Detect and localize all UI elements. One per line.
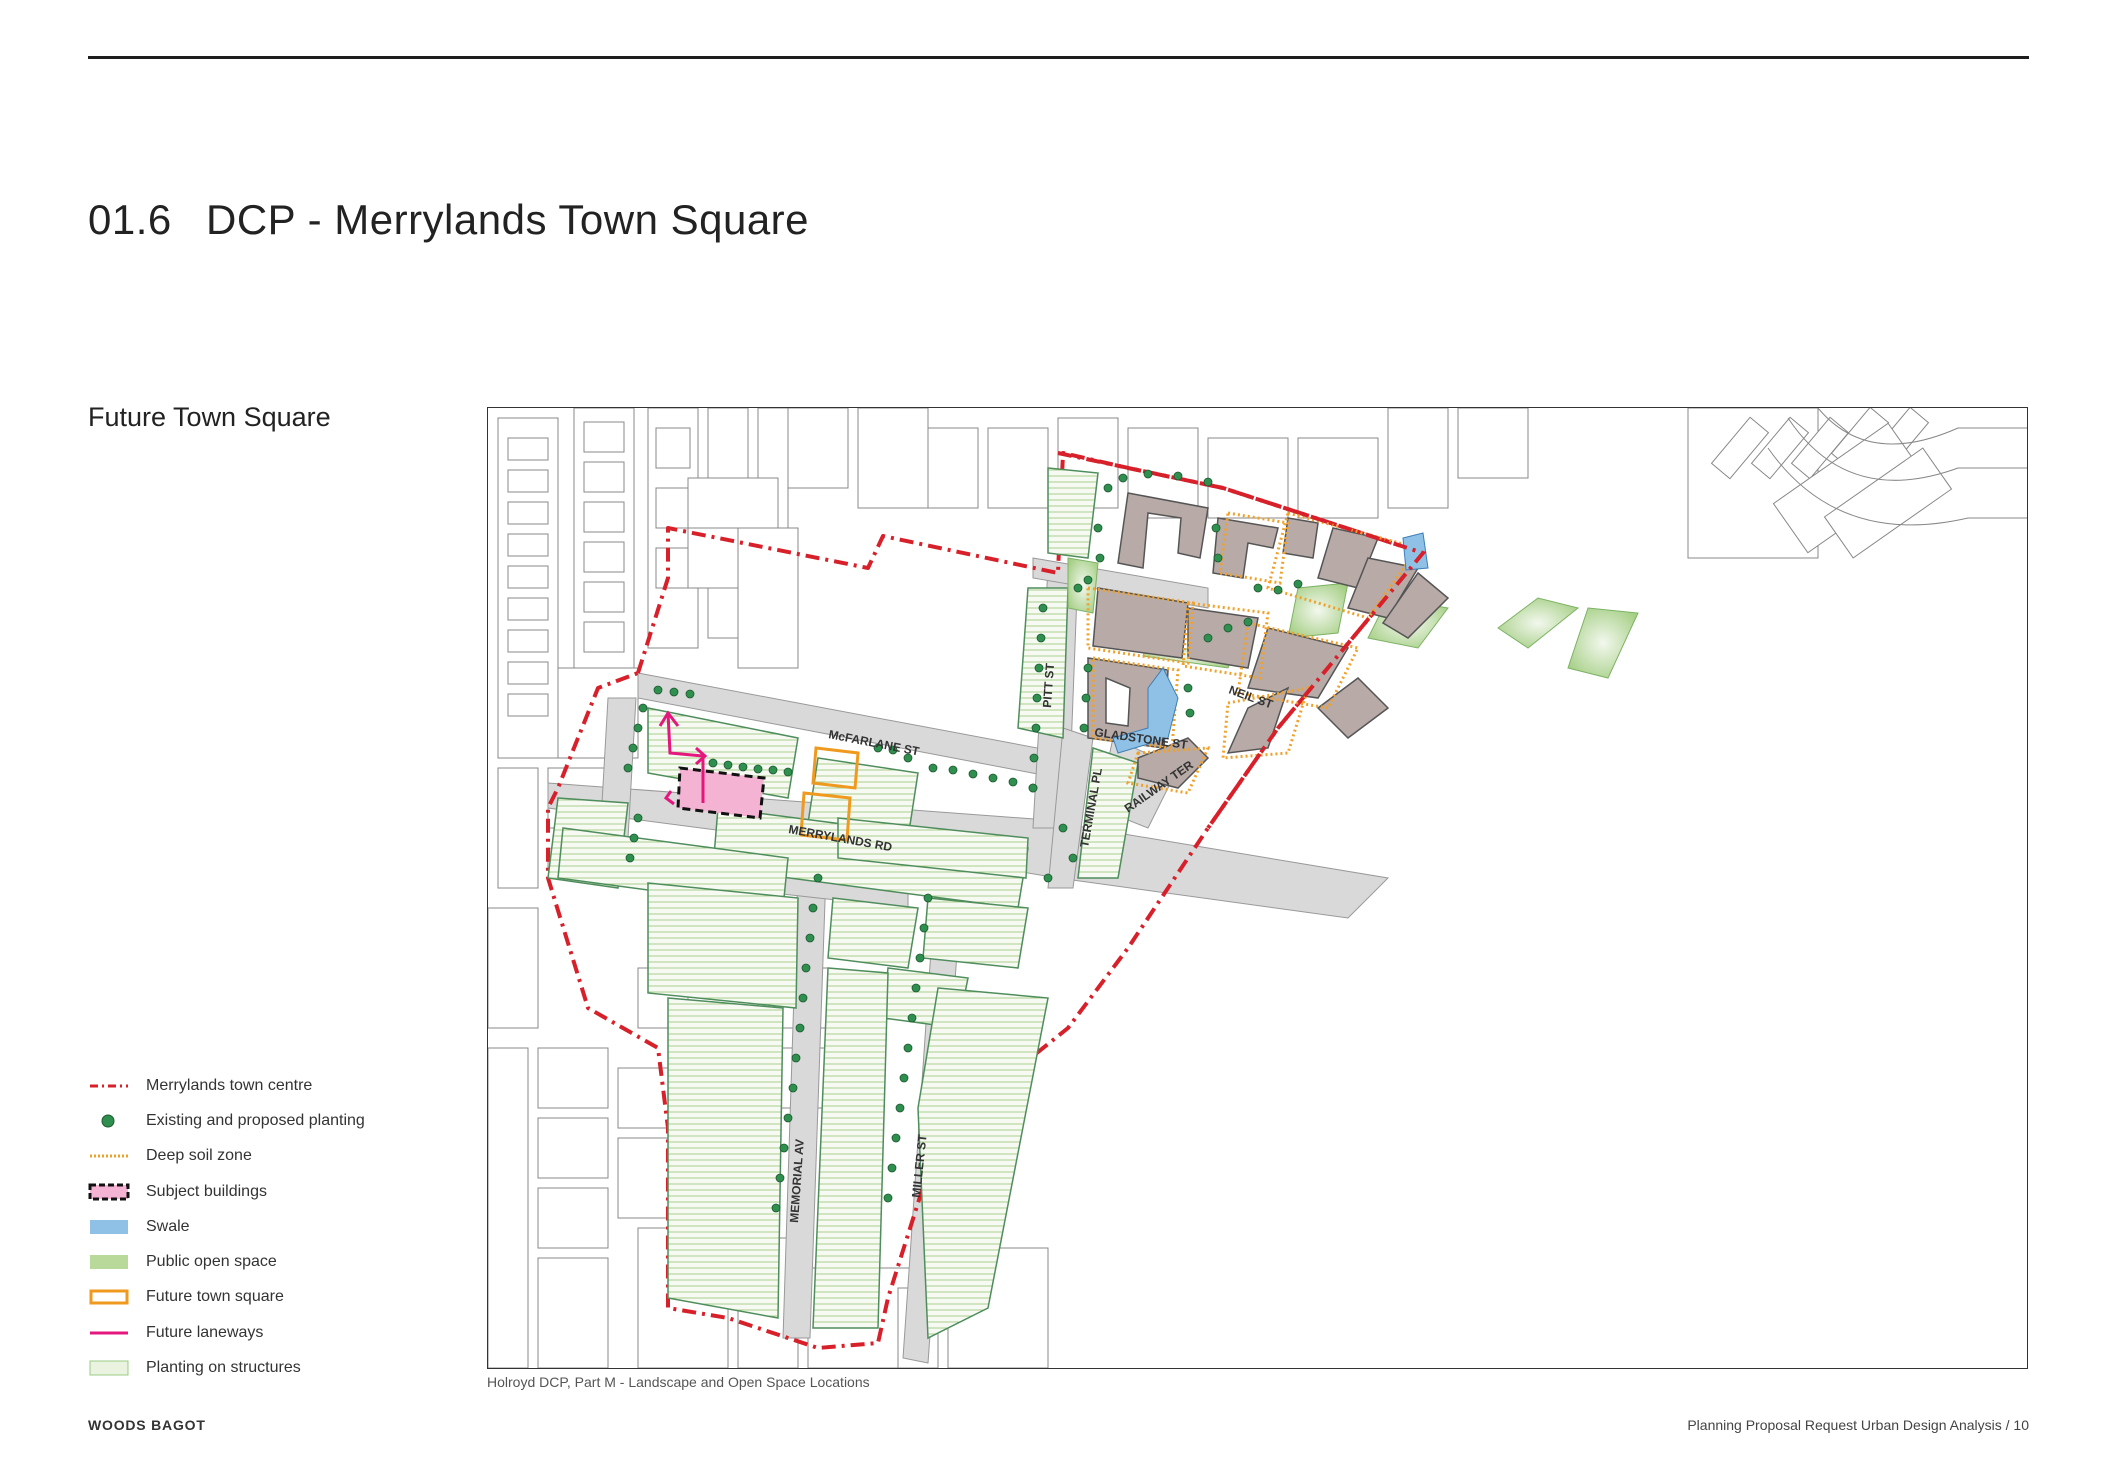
top-rule [88,56,2029,59]
legend-item-open-space: Public open space [88,1244,428,1279]
red-dash-line-icon [90,1084,128,1088]
magenta-line-icon [90,1331,128,1335]
section-number: 01.6 [88,196,172,243]
page-title-text: DCP - Merrylands Town Square [206,196,810,243]
legend-item-subject-buildings: Subject buildings [88,1174,428,1209]
legend-label: Future laneways [146,1323,264,1341]
legend-item-planting: Existing and proposed planting [88,1103,428,1138]
legend-item-town-centre: Merrylands town centre [88,1068,428,1103]
pink-dashed-box-icon [88,1183,130,1201]
legend-label: Planting on structures [146,1359,301,1377]
legend-label: Merrylands town centre [146,1076,313,1094]
subtitle: Future Town Square [88,402,331,432]
legend-item-deep-soil: Deep soil zone [88,1139,428,1174]
legend-label: Public open space [146,1253,277,1271]
legend-item-laneways: Future laneways [88,1315,428,1350]
map-caption: Holroyd DCP, Part M - Landscape and Open… [487,1374,870,1390]
legend-label: Deep soil zone [146,1147,252,1165]
legend-label: Existing and proposed planting [146,1111,365,1129]
landscape-map: McFARLANE ST MERRYLANDS RD MEMORIAL AV M… [488,408,2027,1368]
footer-brand: WOODS BAGOT [88,1417,206,1433]
orange-dotted-line-icon [90,1154,128,1158]
green-swatch-icon [90,1255,128,1270]
blue-swatch-icon [90,1219,128,1234]
legend: Merrylands town centre Existing and prop… [88,1068,428,1386]
orange-outline-box-icon [89,1289,129,1305]
light-green-box-icon [89,1360,129,1376]
legend-item-future-square: Future town square [88,1280,428,1315]
legend-label: Subject buildings [146,1182,267,1200]
legend-label: Swale [146,1217,190,1235]
legend-item-swale: Swale [88,1209,428,1244]
green-dot-icon [101,1114,115,1128]
map-frame: McFARLANE ST MERRYLANDS RD MEMORIAL AV M… [487,407,2028,1369]
legend-label: Future town square [146,1288,284,1306]
legend-item-planting-structures: Planting on structures [88,1350,428,1385]
page-title: 01.6 DCP - Merrylands Town Square [88,196,809,244]
footer-document-title: Planning Proposal Request Urban Design A… [1687,1417,2029,1433]
